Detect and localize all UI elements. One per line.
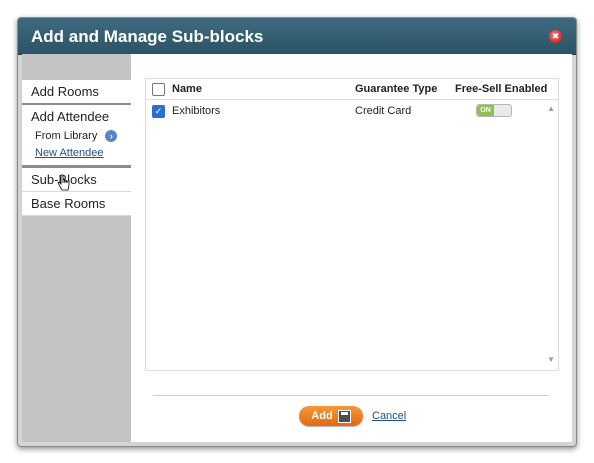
add-button[interactable]: Add (299, 406, 363, 426)
sidebar-group-add-attendee: Add Attendee From Library › New Attendee (22, 105, 131, 168)
row-checkbox[interactable]: ✓ (152, 105, 165, 118)
sidebar-item-base-rooms[interactable]: Base Rooms (22, 192, 131, 216)
grid-header: Name Guarantee Type Free-Sell Enabled (146, 79, 558, 100)
select-all-checkbox[interactable] (152, 83, 165, 96)
sub-blocks-grid: Name Guarantee Type Free-Sell Enabled ✓ … (145, 78, 559, 371)
add-button-label: Add (311, 410, 333, 422)
sidebar-item-add-rooms[interactable]: Add Rooms (22, 80, 131, 105)
header-name[interactable]: Name (172, 83, 202, 95)
dialog-footer: Add Cancel (131, 406, 572, 430)
new-attendee-link[interactable]: New Attendee (22, 144, 131, 159)
header-free-sell[interactable]: Free-Sell Enabled (455, 83, 547, 95)
from-library-link[interactable]: From Library › (22, 127, 131, 144)
sidebar: Add Rooms Add Attendee From Library › Ne… (22, 54, 131, 442)
save-icon (337, 409, 351, 423)
footer-divider (153, 395, 549, 396)
sidebar-top-spacer (22, 54, 131, 80)
sidebar-item-add-attendee[interactable]: Add Attendee (22, 105, 131, 127)
close-icon[interactable]: ✖ (549, 30, 562, 43)
scroll-down-icon[interactable]: ▼ (547, 355, 555, 364)
header-guarantee-type[interactable]: Guarantee Type (355, 83, 437, 95)
sidebar-item-sub-blocks[interactable]: Sub-Blocks (22, 168, 131, 192)
hand-cursor-icon (57, 174, 70, 191)
scroll-up-icon[interactable]: ▲ (547, 104, 555, 113)
dialog-title: Add and Manage Sub-blocks (31, 27, 264, 46)
free-sell-toggle[interactable]: ON (476, 104, 512, 117)
cancel-link[interactable]: Cancel (372, 410, 406, 422)
sub-blocks-dialog: Add and Manage Sub-blocks ✖ Add Rooms Ad… (17, 17, 577, 447)
dialog-content: Add Rooms Add Attendee From Library › Ne… (22, 54, 572, 442)
row-guarantee-type: Credit Card (355, 105, 412, 117)
main-panel: Name Guarantee Type Free-Sell Enabled ✓ … (131, 54, 572, 442)
go-arrow-icon[interactable]: › (105, 130, 118, 142)
toggle-on-label: ON (477, 105, 494, 116)
sidebar-items: Add Rooms Add Attendee From Library › Ne… (22, 80, 131, 216)
table-row[interactable]: ✓ Exhibitors Credit Card ON (146, 100, 558, 122)
dialog-titlebar[interactable]: Add and Manage Sub-blocks ✖ (18, 18, 576, 55)
from-library-label: From Library (35, 130, 98, 142)
row-name: Exhibitors (172, 105, 221, 117)
